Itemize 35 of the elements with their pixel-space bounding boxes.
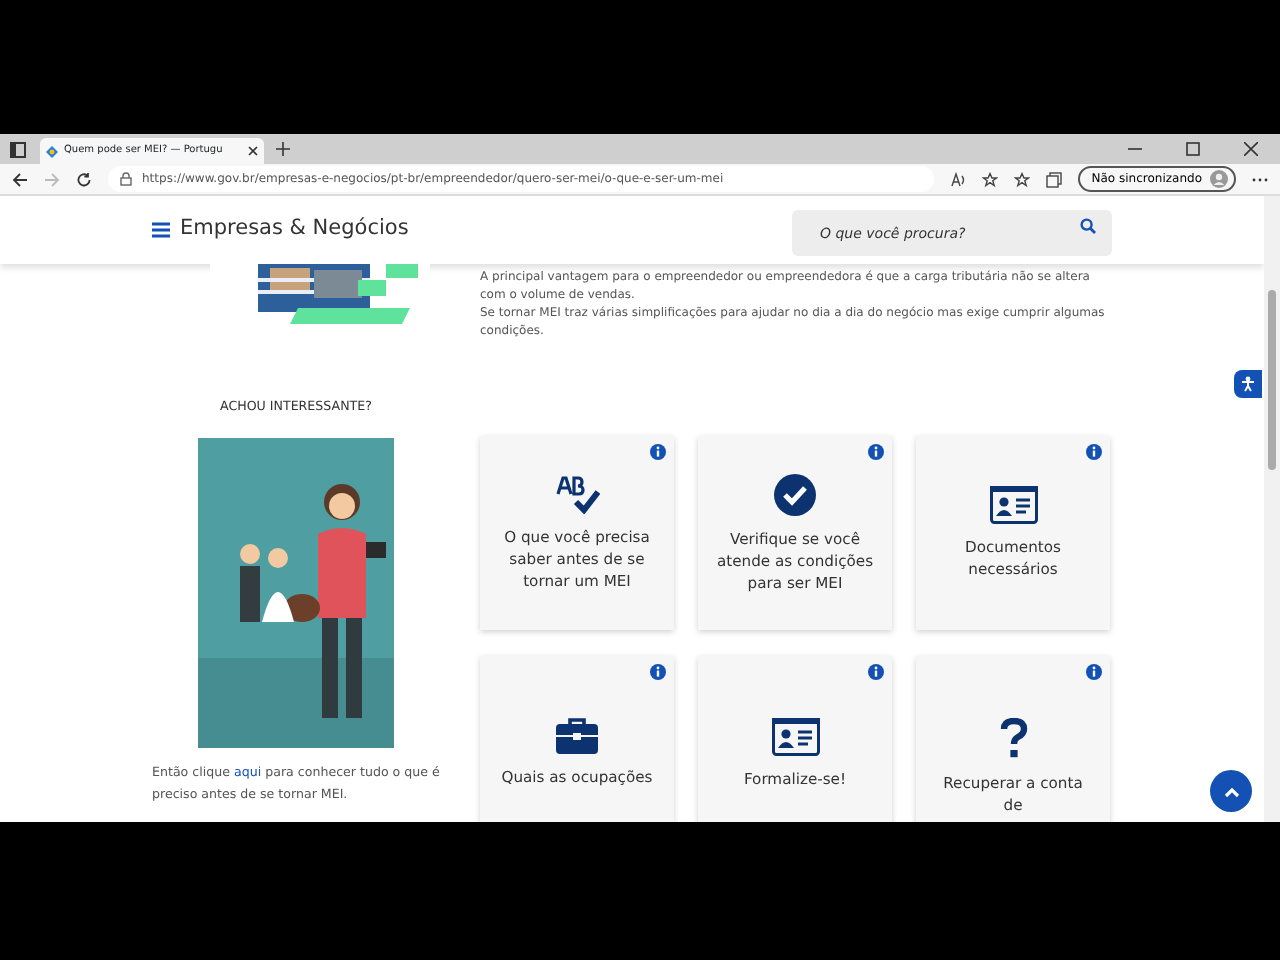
accessibility-icon (1240, 376, 1256, 392)
spelling-check-icon (555, 474, 599, 514)
avatar-icon (1210, 170, 1228, 188)
collections-icon[interactable] (1045, 171, 1062, 187)
check-circle-icon (774, 473, 816, 515)
back-to-top-button[interactable] (1210, 770, 1252, 812)
info-icon[interactable] (1086, 664, 1102, 680)
briefcase-icon (556, 718, 598, 754)
lock-icon (120, 172, 132, 186)
close-icon[interactable] (248, 146, 258, 156)
site-title: Empresas & Negócios (180, 214, 409, 245)
chevron-up-icon (1223, 785, 1239, 797)
back-icon[interactable] (12, 171, 28, 187)
minimize-icon[interactable] (1128, 142, 1142, 156)
info-icon[interactable] (1086, 444, 1102, 460)
info-icon[interactable] (868, 444, 884, 460)
read-aloud-icon[interactable] (949, 171, 966, 187)
maximize-icon[interactable] (1186, 142, 1200, 156)
scrollbar[interactable] (1264, 196, 1280, 822)
search-icon[interactable] (1080, 218, 1096, 235)
refresh-icon[interactable] (76, 171, 92, 187)
scrollbar-thumb[interactable] (1268, 290, 1276, 470)
question-mark-icon (999, 718, 1027, 760)
id-card-icon (989, 486, 1037, 524)
new-tab-icon[interactable] (276, 142, 290, 156)
site-icon (46, 145, 58, 157)
info-icon[interactable] (650, 444, 666, 460)
accessibility-button[interactable] (1234, 370, 1262, 398)
menu-icon[interactable] (152, 222, 170, 238)
tab-actions-icon[interactable] (10, 141, 26, 157)
info-icon[interactable] (868, 664, 884, 680)
info-icon[interactable] (650, 664, 666, 680)
close-icon[interactable] (1244, 142, 1258, 156)
id-card-icon (771, 718, 819, 756)
favorites-icon[interactable] (1013, 171, 1030, 187)
